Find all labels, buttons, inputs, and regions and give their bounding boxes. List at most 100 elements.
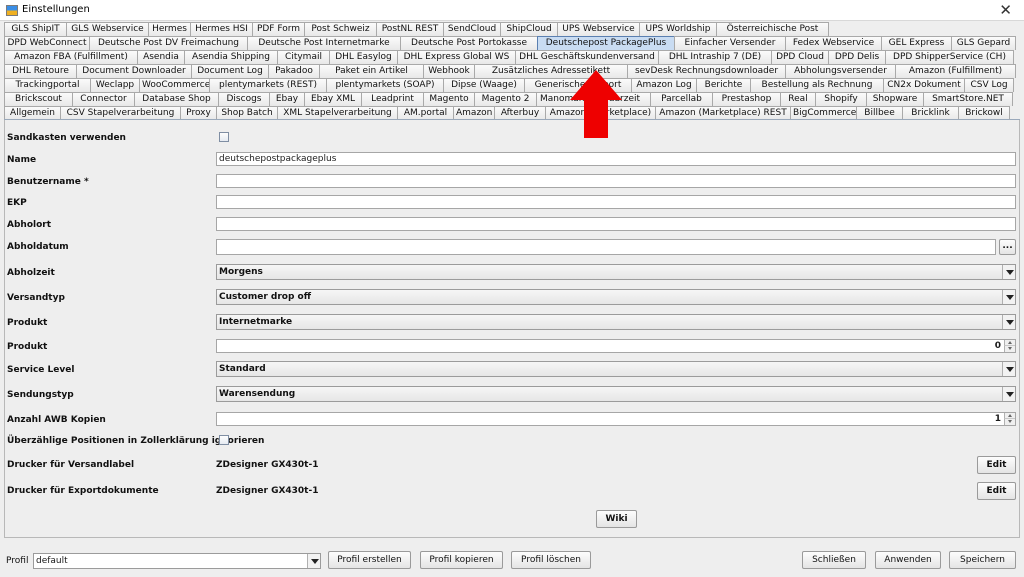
service-level-select[interactable]: Standard: [216, 361, 1016, 377]
tab-gls-shipit[interactable]: GLS ShipIT: [4, 22, 67, 36]
tab-paket-ein-artikel[interactable]: Paket ein Artikel: [319, 64, 424, 78]
spin-down-icon[interactable]: [1004, 346, 1015, 352]
tab-dhl-easylog[interactable]: DHL Easylog: [329, 50, 398, 64]
tab-abholungsversender[interactable]: Abholungsversender: [785, 64, 896, 78]
tab-trackingportal[interactable]: Trackingportal: [4, 78, 91, 92]
chevron-down-icon[interactable]: [1002, 387, 1015, 401]
tab-gls-gepard[interactable]: GLS Gepard: [951, 36, 1016, 50]
product-number-spinner[interactable]: 0: [216, 339, 1016, 353]
tab-gls-webservice[interactable]: GLS Webservice: [66, 22, 149, 36]
pickup-time-select[interactable]: Morgens: [216, 264, 1016, 280]
tab-dhl-express-global-ws[interactable]: DHL Express Global WS: [397, 50, 516, 64]
username-field[interactable]: [216, 174, 1016, 188]
pickup-location-field[interactable]: [216, 217, 1016, 231]
tab-real[interactable]: Real: [780, 92, 816, 106]
tab-fedex-webservice[interactable]: Fedex Webservice: [785, 36, 882, 50]
tab-weclapp[interactable]: Weclapp: [90, 78, 140, 92]
profile-select[interactable]: default: [33, 553, 321, 569]
tab-österreichische-post[interactable]: Österreichische Post: [716, 22, 829, 36]
chevron-down-icon[interactable]: [307, 554, 320, 568]
tab-sendcloud[interactable]: SendCloud: [443, 22, 501, 36]
tab-shop-batch[interactable]: Shop Batch: [216, 106, 278, 120]
tab-deutsche-post-portokasse[interactable]: Deutsche Post Portokasse: [400, 36, 538, 50]
tab-deutsche-post-internetmarke[interactable]: Deutsche Post Internetmarke: [247, 36, 401, 50]
ekp-field[interactable]: [216, 195, 1016, 209]
tab-asendia-shipping[interactable]: Asendia Shipping: [184, 50, 278, 64]
spin-down-icon[interactable]: [1004, 419, 1015, 425]
product-select[interactable]: Internetmarke: [216, 314, 1016, 330]
sandbox-checkbox[interactable]: [219, 132, 229, 142]
pickup-date-field[interactable]: [216, 239, 996, 255]
tab-amazon-marketplace-rest[interactable]: Amazon (Marketplace) REST: [655, 106, 791, 120]
tab-dhl-geschäftskundenversand[interactable]: DHL Geschäftskundenversand: [515, 50, 659, 64]
tab-sevdesk-rechnungsdownloader[interactable]: sevDesk Rechnungsdownloader: [627, 64, 786, 78]
tab-dpd-webconnect[interactable]: DPD WebConnect: [4, 36, 90, 50]
tab-bricklink[interactable]: Bricklink: [902, 106, 959, 120]
tab-postnl-rest[interactable]: PostNL REST: [376, 22, 444, 36]
tab-proxy[interactable]: Proxy: [180, 106, 217, 120]
tab-am-portal[interactable]: AM.portal: [397, 106, 454, 120]
shipment-type-select[interactable]: Warensendung: [216, 386, 1016, 402]
tab-xml-stapelverarbeitung[interactable]: XML Stapelverarbeitung: [277, 106, 398, 120]
tab-magento-2[interactable]: Magento 2: [474, 92, 537, 106]
tab-bestellung-als-rechnung[interactable]: Bestellung als Rechnung: [750, 78, 884, 92]
tab-post-schweiz[interactable]: Post Schweiz: [304, 22, 377, 36]
tab-amazon[interactable]: Amazon: [453, 106, 495, 120]
tab-document-downloader[interactable]: Document Downloader: [76, 64, 192, 78]
tab-ebay[interactable]: Ebay: [269, 92, 305, 106]
tab-deutschepost-packageplus[interactable]: Deutschepost PackagePlus: [537, 36, 675, 50]
tab-dpd-shipperservice-ch[interactable]: DPD ShipperService (CH): [885, 50, 1014, 64]
tab-amazon-fulfillment[interactable]: Amazon (Fulfillment): [895, 64, 1016, 78]
tab-dipse-waage[interactable]: Dipse (Waage): [443, 78, 525, 92]
close-window-icon[interactable]: ✕: [999, 1, 1012, 19]
apply-button[interactable]: Anwenden: [875, 551, 941, 569]
awb-copies-spinner[interactable]: 1: [216, 412, 1016, 426]
delete-profile-button[interactable]: Profil löschen: [511, 551, 591, 569]
tab-leadprint[interactable]: Leadprint: [361, 92, 424, 106]
tab-citymail[interactable]: Citymail: [277, 50, 330, 64]
tab-brickowl[interactable]: Brickowl: [958, 106, 1010, 120]
chevron-down-icon[interactable]: [1002, 265, 1015, 279]
chevron-down-icon[interactable]: [1002, 315, 1015, 329]
tab-csv-log[interactable]: CSV Log: [964, 78, 1014, 92]
tab-woocommerce[interactable]: WooCommerce: [139, 78, 210, 92]
printer-label-edit-button[interactable]: Edit: [977, 456, 1016, 474]
tab-pdf-form[interactable]: PDF Form: [252, 22, 305, 36]
tab-plentymarkets-rest[interactable]: plentymarkets (REST): [209, 78, 327, 92]
tab-shopware[interactable]: Shopware: [866, 92, 924, 106]
pickup-date-picker-button[interactable]: ...: [999, 239, 1016, 255]
tab-shopify[interactable]: Shopify: [815, 92, 867, 106]
shipping-type-select[interactable]: Customer drop off: [216, 289, 1016, 305]
copy-profile-button[interactable]: Profil kopieren: [420, 551, 503, 569]
tab-parcellab[interactable]: Parcellab: [650, 92, 713, 106]
tab-billbee[interactable]: Billbee: [856, 106, 903, 120]
tab-deutsche-post-dv-freimachung[interactable]: Deutsche Post DV Freimachung: [89, 36, 248, 50]
create-profile-button[interactable]: Profil erstellen: [328, 551, 411, 569]
tab-ebay-xml[interactable]: Ebay XML: [304, 92, 362, 106]
tab-database-shop[interactable]: Database Shop: [134, 92, 219, 106]
tab-prestashop[interactable]: Prestashop: [712, 92, 781, 106]
tab-csv-stapelverarbeitung[interactable]: CSV Stapelverarbeitung: [60, 106, 181, 120]
name-field[interactable]: deutschepostpackageplus: [216, 152, 1016, 166]
tab-allgemein[interactable]: Allgemein: [4, 106, 61, 120]
tab-smartstore-net[interactable]: SmartStore.NET: [923, 92, 1013, 106]
tab-pakadoo[interactable]: Pakadoo: [268, 64, 320, 78]
tab-connector[interactable]: Connector: [72, 92, 135, 106]
tab-einfacher-versender[interactable]: Einfacher Versender: [674, 36, 786, 50]
tab-dhl-retoure[interactable]: DHL Retoure: [4, 64, 77, 78]
tab-dhl-intraship-7-de[interactable]: DHL Intraship 7 (DE): [658, 50, 772, 64]
tab-amazon-fba-fulfillment[interactable]: Amazon FBA (Fulfillment): [4, 50, 138, 64]
tab-cn2x-dokument[interactable]: CN2x Dokument: [883, 78, 965, 92]
customs-ignore-checkbox[interactable]: [219, 435, 229, 445]
tab-amazon-log[interactable]: Amazon Log: [631, 78, 697, 92]
chevron-down-icon[interactable]: [1002, 362, 1015, 376]
printer-export-edit-button[interactable]: Edit: [977, 482, 1016, 500]
tab-document-log[interactable]: Document Log: [191, 64, 269, 78]
tab-magento[interactable]: Magento: [423, 92, 475, 106]
tab-bigcommerce[interactable]: BigCommerce: [790, 106, 857, 120]
tab-gel-express[interactable]: GEL Express: [881, 36, 952, 50]
tab-dpd-delis[interactable]: DPD Delis: [828, 50, 886, 64]
tab-berichte[interactable]: Berichte: [696, 78, 751, 92]
wiki-button[interactable]: Wiki: [596, 510, 637, 528]
tab-plentymarkets-soap[interactable]: plentymarkets (SOAP): [326, 78, 444, 92]
